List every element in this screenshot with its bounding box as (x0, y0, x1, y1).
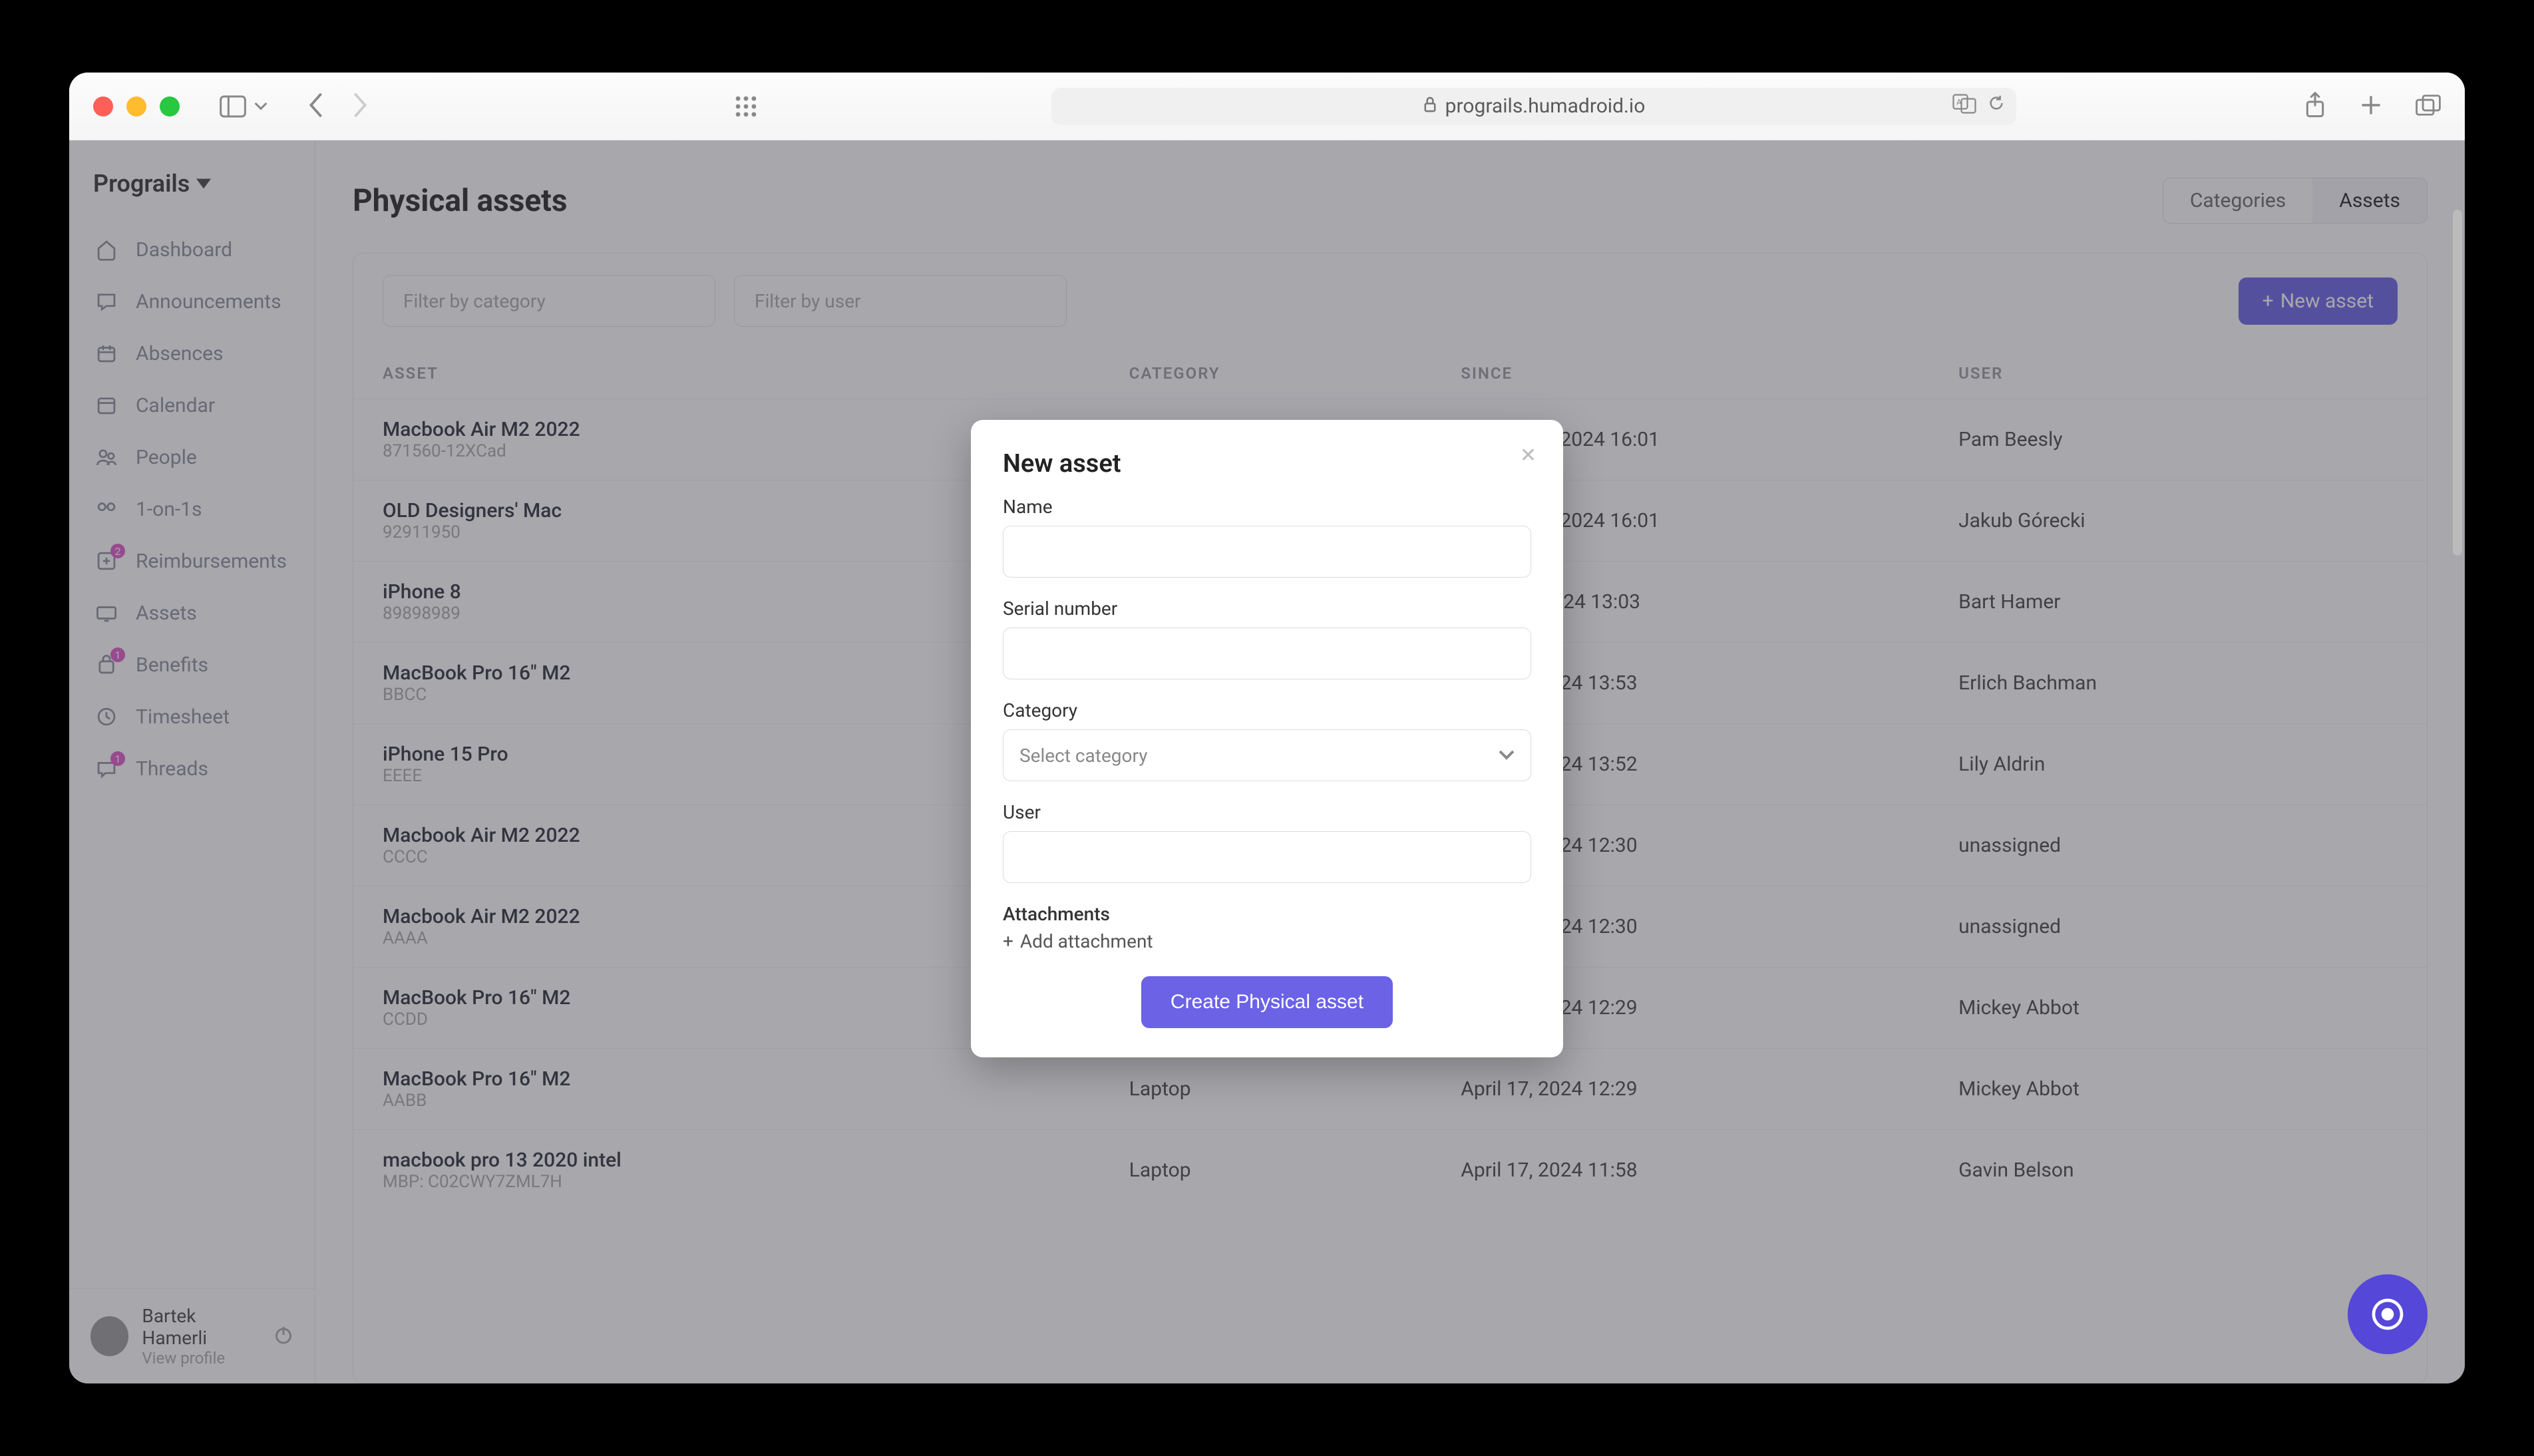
new-tab-icon[interactable] (2360, 94, 2382, 119)
plus-icon: + (1003, 930, 1013, 952)
apps-grid-icon[interactable] (728, 95, 764, 118)
chat-icon (2369, 1296, 2406, 1333)
category-label: Category (1003, 699, 1531, 721)
serial-input[interactable] (1003, 628, 1531, 679)
back-button[interactable] (307, 92, 325, 120)
browser-window: prograils.humadroid.io A Prograils Dashb… (69, 73, 2465, 1383)
create-asset-button[interactable]: Create Physical asset (1141, 976, 1393, 1028)
minimize-icon[interactable] (126, 96, 146, 116)
maximize-icon[interactable] (160, 96, 180, 116)
scrollbar[interactable] (2453, 210, 2463, 1381)
reload-icon[interactable] (1987, 94, 2006, 119)
add-attachment-button[interactable]: + Add attachment (1003, 930, 1531, 952)
titlebar: prograils.humadroid.io A (69, 73, 2465, 140)
close-icon[interactable] (93, 96, 113, 116)
close-icon[interactable]: ✕ (1520, 444, 1537, 467)
tabs-overview-icon[interactable] (2416, 94, 2441, 119)
user-input[interactable] (1003, 831, 1531, 883)
attachments-label: Attachments (1003, 903, 1531, 925)
url-text: prograils.humadroid.io (1445, 94, 1646, 118)
name-label: Name (1003, 496, 1531, 518)
chat-fab[interactable] (2348, 1274, 2428, 1354)
window-controls (93, 96, 180, 116)
name-input[interactable] (1003, 526, 1531, 578)
modal-overlay[interactable]: New asset ✕ Name Serial number Category … (69, 140, 2465, 1383)
user-label: User (1003, 801, 1531, 823)
chevron-down-icon (1499, 750, 1515, 761)
forward-button[interactable] (351, 92, 369, 120)
url-bar[interactable]: prograils.humadroid.io A (1051, 88, 2016, 125)
modal-title: New asset (1003, 449, 1531, 478)
svg-text:A: A (1956, 97, 1962, 106)
serial-label: Serial number (1003, 598, 1531, 620)
new-asset-modal: New asset ✕ Name Serial number Category … (971, 420, 1563, 1057)
share-icon[interactable] (2304, 92, 2326, 121)
category-select[interactable]: Select category (1003, 729, 1531, 781)
lock-icon (1423, 96, 1437, 117)
translate-icon[interactable]: A (1952, 94, 1976, 119)
scrollbar-thumb[interactable] (2453, 210, 2462, 556)
add-attachment-label: Add attachment (1020, 930, 1153, 952)
sidebar-toggle[interactable] (220, 95, 268, 118)
category-placeholder: Select category (1019, 745, 1147, 767)
